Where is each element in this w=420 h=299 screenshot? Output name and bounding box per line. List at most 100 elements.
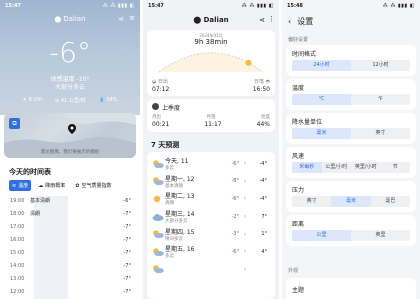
setting-group: 距离公里 英里 [286,215,416,246]
setting-title: 距离 [292,221,305,228]
segment-option[interactable]: 公里 [292,230,351,241]
arrow-icon: › [243,230,247,238]
hour-row: 16:00 -7° [10,236,131,243]
forecast-date: 星期一, 12 [165,175,195,183]
arrow-icon: › [243,213,247,221]
forecast-row[interactable]: › [147,261,275,279]
segment-option[interactable]: 公里/小时 [322,162,352,173]
hourly-card: 今天的时间表 ≡ 温度 ☁ 降雨概率 ✿ 空气质量指数 19:00 基本清朗 -6° 18… [4,162,136,299]
forecast-high: 7° [261,213,267,220]
status-bar: 15:47 ⁂ ⁂ ▮▮▮ ◧ [0,0,140,12]
sun-card: 2024年01月 9h 38min ◒ 日出 07:12 日落 ◓ 16:50 [147,30,275,96]
tab-precipitation[interactable]: ☁ 降雨概率 [35,180,68,191]
moonrise-time: 00:21 [152,121,170,128]
segment-option[interactable]: 英里 [351,230,410,241]
sun-icon [151,194,165,204]
forecast-high: -4° [259,178,268,185]
sunrise-time: 07:12 [152,86,170,93]
forecast-day: 星期二, 13 清朗 [165,191,209,206]
share-icon[interactable]: ⋖ [118,15,124,23]
forecast-row[interactable]: 星期四, 15 晴间多云 -3° › 1° [147,225,275,243]
segment-option[interactable]: 英寸 [351,128,410,139]
forecast-day: 星期一, 12 基本清朗 [165,174,209,189]
status-bar: 15:47 ⁂ ⁂ ▮▮▮ ◧ [143,0,279,12]
sunset-label: 日落 ◓ [254,79,270,85]
segmented-control: 毫米 英寸 [292,128,410,139]
forecast-low: -6° [231,160,240,167]
preferences-section-label: 偏好设置 [288,37,309,43]
setting-group: 温度 ℃ ℉ [286,79,416,110]
humidity-icon: 💧 [98,97,105,103]
hour-row: 19:00 基本清朗 -6° [10,197,131,205]
setting-title: 压力 [292,187,305,194]
segment-option[interactable]: 毫米 [292,128,351,139]
segmented-control: 公里 英里 [292,230,410,241]
forecast-row[interactable]: 星期二, 13 清朗 -6° › -4° [147,190,275,208]
forecast-date: 星期四, 15 [165,228,195,236]
cloud-icon: ☁ [38,182,44,189]
segment-option[interactable]: 英里/小时 [351,162,381,173]
segment-option[interactable]: 米每秒 [292,162,322,173]
uv-stat: ☀ 8 UVI [22,97,42,103]
arrow-icon: › [243,160,247,168]
segment-option[interactable]: 毫巴 [371,196,410,207]
forecast-row[interactable]: 今天, 11 多云 -6° › -4° [147,155,275,173]
radar-map[interactable]: ⧉ 雷达图像。我们要展示的模板 [4,113,136,158]
segment-option[interactable]: 24小时 [292,60,351,71]
more-menu-icon[interactable]: ≡ [129,14,135,22]
city-name: Dalian [203,16,229,24]
forecast-high: -4° [259,160,268,167]
moonrise-label: 月出 [152,115,161,120]
forecast-condition: 晴间多云 [165,236,183,242]
forecast-date: 星期二, 13 [165,193,195,201]
segmented-control: 米每秒 公里/小时 英里/小时节 [292,162,410,173]
forecast-day: 星期五, 16 多云 [165,244,209,259]
forecast-row[interactable]: 星期五, 16 多云 -6° › 4° [147,243,275,261]
segment-option[interactable]: 12小时 [351,60,410,71]
sunrise-label: ◒ 日出 [152,79,168,85]
forecast-low: -6° [231,248,240,255]
more-menu-icon[interactable]: ⋮ [268,15,275,23]
status-icons: ⁂ ⁂ ▮▮▮ ◧ [102,3,135,9]
setting-group: 降水量单位 毫米 英寸 [286,113,416,144]
sunset-time: 16:50 [252,86,270,93]
segment-option[interactable]: ℃ [292,94,351,105]
segment-option[interactable]: ℉ [351,94,410,105]
moon-labels: 月出 月落 亮度 [152,114,270,120]
arrow-icon: › [243,177,247,185]
setting-title: 风速 [292,153,305,160]
arrow-icon: › [243,248,247,256]
sunset-icon: ◓ [265,79,270,85]
share-icon[interactable]: ⋖ [259,16,265,24]
moon-values: 00:21 11:17 44% [152,121,270,128]
forecast-row[interactable]: 星期一, 12 基本清朗 -8° › -4° [147,173,275,191]
location-pin-icon: ⬤ [54,16,62,23]
hour-row: 18:00 清朗 -7° [10,210,131,218]
daylight-duration: 9h 38min [194,38,228,46]
sun-cloud-icon [151,176,165,186]
forecast-date: 星期五, 16 [165,246,195,254]
map-layer-icon[interactable]: ⧉ [9,118,20,129]
current-temperature: -6° [49,36,91,69]
segment-option[interactable]: 英寸 [292,196,331,207]
location-pin-icon: ⬤ [193,16,202,24]
forecast-row[interactable]: 星期三, 14 大部分多云 -2° › 7° [147,208,275,226]
hour-row: 14:00 -7° [10,262,131,269]
forecast-day: 星期四, 15 晴间多云 [165,227,209,242]
forecast-low: -3° [231,231,240,238]
details-screen: 15:47 ⁂ ⁂ ▮▮▮ ◧ ⬤ Dalian ⋖ ⋮ 2024年01月 9h… [143,0,279,299]
segmented-control: 24小时 12小时 [292,60,410,71]
tab-temperature[interactable]: ≡ 温度 [9,180,32,191]
appearance-section-label: 外观 [288,268,299,274]
current-stats: ☀ 8 UVI ◎ 41 公里/时 💧 58% [0,97,140,104]
segment-option[interactable]: 节 [381,162,411,173]
setting-group: 时间格式 24小时 12小时 [286,45,416,76]
segmented-control: 英寸 毫米 毫巴 [292,196,410,207]
setting-group: 压力英寸 毫米 毫巴 [286,181,416,212]
setting-group: 风速米每秒 公里/小时 英里/小时节 [286,147,416,178]
status-bar: 15:48 ⁂ ⁂ ▮▮▮ ◧ [282,0,420,12]
segment-option[interactable]: 毫米 [331,196,371,207]
tab-air-quality[interactable]: ✿ 空气质量指数 [72,180,114,191]
theme-card[interactable]: 主题 [286,278,416,299]
back-arrow-icon[interactable]: ‹ [288,17,291,26]
